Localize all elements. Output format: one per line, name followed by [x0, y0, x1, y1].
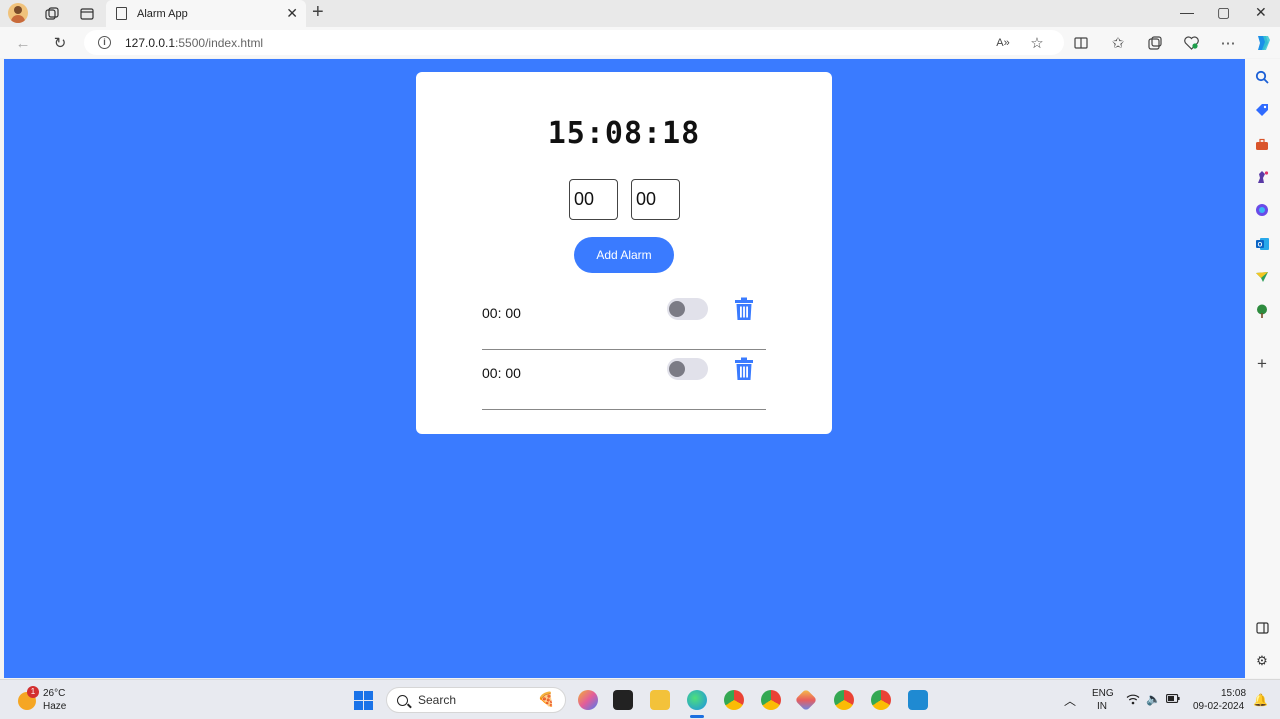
trash-icon[interactable]	[734, 357, 754, 381]
tab-actions-icon[interactable]	[77, 4, 97, 24]
add-sidebar-icon[interactable]: +	[1254, 354, 1270, 373]
browser-titlebar: Alarm App ✕ + — ▢ ✕	[0, 0, 1280, 27]
page-viewport: 15:08:18 Add Alarm 00: 00 00: 00	[4, 59, 1245, 678]
split-screen-icon[interactable]	[1071, 33, 1091, 53]
svg-text:O: O	[1257, 243, 1262, 249]
edge-sidebar: O + ⚙	[1245, 59, 1280, 678]
alarm-time: 00: 00	[482, 365, 521, 381]
minimize-icon[interactable]: —	[1180, 4, 1194, 20]
edge-browser-icon[interactable]	[687, 690, 707, 710]
alarm-toggle[interactable]	[667, 298, 708, 320]
windows-taskbar: 1 26°C Haze Search 🍕 ︿ ENG IN 🔈 15:08 09…	[0, 679, 1280, 719]
weather-temperature[interactable]: 26°C	[43, 688, 65, 699]
close-window-icon[interactable]: ✕	[1255, 4, 1267, 21]
chrome-profile-icon[interactable]	[761, 690, 781, 710]
site-info-icon[interactable]: i	[98, 36, 111, 49]
search-icon[interactable]	[1254, 69, 1270, 85]
workspaces-icon[interactable]	[42, 4, 62, 24]
favorites-icon[interactable]: ✩	[1108, 33, 1128, 53]
alarm-list: 00: 00 00: 00	[482, 290, 766, 410]
alarm-time: 00: 00	[482, 305, 521, 321]
add-alarm-button[interactable]: Add Alarm	[574, 237, 674, 273]
volume-icon[interactable]: 🔈	[1146, 692, 1161, 706]
battery-icon[interactable]	[1166, 694, 1180, 706]
taskbar-search[interactable]: Search 🍕	[386, 687, 566, 713]
wifi-icon[interactable]	[1126, 693, 1140, 708]
url-host: 127.0.0.1	[125, 35, 176, 50]
close-tab-icon[interactable]: ✕	[286, 5, 298, 22]
alarm-card: 15:08:18 Add Alarm 00: 00 00: 00	[416, 72, 832, 434]
toggle-knob	[669, 301, 685, 317]
maximize-icon[interactable]: ▢	[1217, 4, 1230, 21]
search-highlight-icon: 🍕	[537, 691, 555, 707]
profile-avatar[interactable]	[8, 3, 28, 23]
language-region[interactable]: IN	[1097, 701, 1107, 712]
windows-start-icon[interactable]	[354, 691, 373, 710]
microsoft-365-icon[interactable]	[1254, 202, 1270, 218]
read-aloud-icon[interactable]: A»	[993, 33, 1013, 53]
games-icon[interactable]	[1254, 169, 1270, 185]
taskbar-clock-date[interactable]: 09-02-2024	[1193, 701, 1244, 712]
collections-icon[interactable]	[1145, 33, 1165, 53]
refresh-icon[interactable]: ↻	[50, 33, 70, 53]
tab-title: Alarm App	[137, 7, 188, 20]
favorite-star-icon[interactable]: ☆	[1027, 33, 1047, 53]
chrome-profile-icon[interactable]	[871, 690, 891, 710]
vscode-icon[interactable]	[908, 690, 928, 710]
browser-essentials-icon[interactable]	[1181, 33, 1201, 53]
terminal-app-icon[interactable]	[613, 690, 633, 710]
browser-toolbar: ← ↻ i 127.0.0.1:5500/index.html A» ☆ ✩ ⋯	[0, 27, 1280, 58]
address-bar[interactable]: i 127.0.0.1:5500/index.html	[84, 30, 1064, 55]
shopping-tag-icon[interactable]	[1254, 102, 1270, 118]
weather-badge: 1	[27, 686, 39, 698]
minute-input[interactable]	[631, 179, 680, 220]
hide-sidebar-icon[interactable]	[1254, 620, 1270, 636]
back-icon[interactable]: ←	[13, 33, 33, 53]
page-icon	[116, 7, 127, 20]
url-path: :5500/index.html	[175, 35, 264, 50]
copilot-icon[interactable]	[1253, 33, 1273, 53]
more-menu-icon[interactable]: ⋯	[1218, 33, 1238, 53]
hour-input[interactable]	[569, 179, 618, 220]
gemini-app-icon[interactable]	[794, 688, 818, 712]
chrome-profile-icon[interactable]	[834, 690, 854, 710]
url-text: 127.0.0.1:5500/index.html	[125, 36, 263, 50]
notification-bell-icon[interactable]: 🔔	[1253, 693, 1268, 707]
search-icon	[397, 694, 408, 706]
tray-overflow-icon[interactable]: ︿	[1064, 692, 1076, 709]
alarm-toggle[interactable]	[667, 358, 708, 380]
active-tab[interactable]: Alarm App ✕	[106, 0, 306, 27]
current-time-display: 15:08:18	[547, 116, 701, 151]
sidebar-settings-icon[interactable]: ⚙	[1254, 653, 1270, 669]
tools-briefcase-icon[interactable]	[1254, 136, 1270, 152]
outlook-icon[interactable]: O	[1254, 236, 1270, 252]
alarm-item: 00: 00	[482, 290, 766, 350]
alarm-item: 00: 00	[482, 350, 766, 410]
copilot-app-icon[interactable]	[578, 690, 598, 710]
language-code[interactable]: ENG	[1092, 688, 1114, 699]
search-label: Search	[418, 693, 457, 707]
tree-icon[interactable]	[1254, 303, 1270, 319]
taskbar-clock-time[interactable]: 15:08	[1221, 688, 1246, 699]
chrome-profile-icon[interactable]	[724, 690, 744, 710]
new-tab-icon[interactable]: +	[312, 1, 324, 24]
alarm-time-inputs	[569, 179, 680, 220]
trash-icon[interactable]	[734, 297, 754, 321]
send-icon[interactable]	[1254, 269, 1270, 285]
toggle-knob	[669, 361, 685, 377]
active-app-indicator	[690, 715, 704, 718]
weather-condition[interactable]: Haze	[43, 701, 66, 712]
file-explorer-icon[interactable]	[650, 690, 670, 710]
